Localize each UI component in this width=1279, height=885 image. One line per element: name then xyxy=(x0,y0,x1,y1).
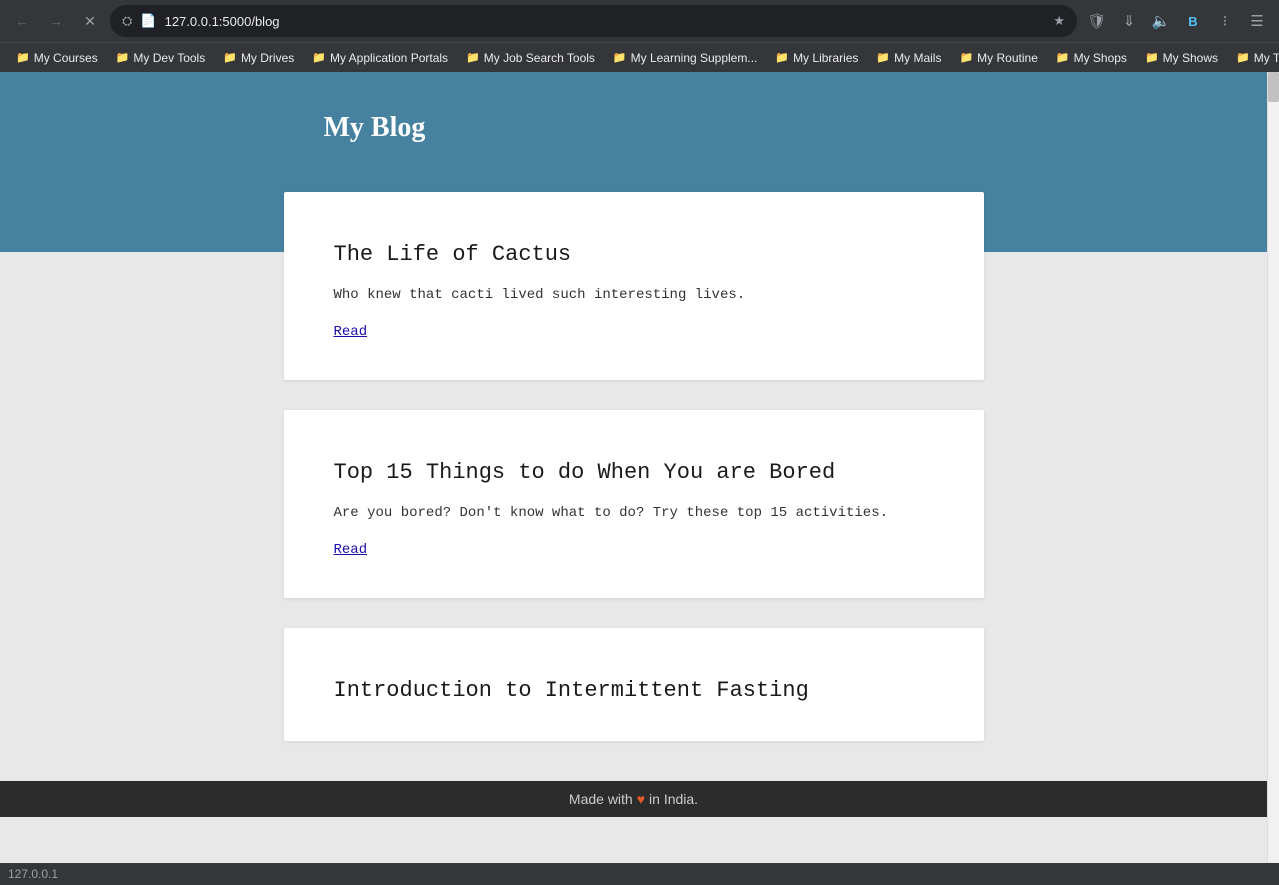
bookmark-learning[interactable]: 📁 My Learning Supplem... xyxy=(605,48,765,68)
download-button[interactable]: ⇓ xyxy=(1115,7,1143,35)
blog-card-3: Introduction to Intermittent Fasting xyxy=(284,628,984,741)
blog-card-title-3: Introduction to Intermittent Fasting xyxy=(334,678,934,703)
menu-button[interactable]: ☰ xyxy=(1243,7,1271,35)
folder-icon: 📁 xyxy=(1056,51,1070,64)
status-text: 127.0.0.1 xyxy=(8,867,58,881)
bookmark-job-search[interactable]: 📁 My Job Search Tools xyxy=(458,48,603,68)
folder-icon: 📁 xyxy=(876,51,890,64)
refresh-button[interactable]: ✕ xyxy=(76,7,104,35)
folder-icon: 📁 xyxy=(223,51,237,64)
profile-button[interactable]: B xyxy=(1179,7,1207,35)
page-title: My Blog xyxy=(324,112,944,144)
blog-card-2: Top 15 Things to do When You are Bored A… xyxy=(284,410,984,598)
scroll-thumb[interactable] xyxy=(1268,72,1279,102)
status-bar: 127.0.0.1 xyxy=(0,863,1279,885)
settings-button[interactable]: ⁝ xyxy=(1211,7,1239,35)
folder-icon: 📁 xyxy=(312,51,326,64)
bookmark-libraries[interactable]: 📁 My Libraries xyxy=(767,48,866,68)
document-icon: 📄 xyxy=(140,13,156,29)
bookmark-mails[interactable]: 📁 My Mails xyxy=(868,48,949,68)
heart-icon: ♥ xyxy=(637,791,645,807)
forward-button[interactable]: → xyxy=(42,7,70,35)
star-icon[interactable]: ★ xyxy=(1053,13,1065,29)
folder-icon: 📁 xyxy=(116,51,130,64)
shield-icon: ⛭ xyxy=(122,13,132,29)
extensions-button[interactable]: 🛡 xyxy=(1083,7,1111,35)
folder-icon: 📁 xyxy=(959,51,973,64)
browser-actions: 🛡 ⇓ 🔈 B ⁝ ☰ xyxy=(1083,7,1271,35)
page-footer: Made with ♥ in India. xyxy=(0,781,1267,817)
back-button[interactable]: ← xyxy=(8,7,36,35)
address-bar[interactable]: ⛭ 📄 127.0.0.1:5000/blog ★ xyxy=(110,5,1077,37)
bookmarks-bar: 📁 My Courses 📁 My Dev Tools 📁 My Drives … xyxy=(0,42,1279,72)
folder-icon: 📁 xyxy=(1236,51,1250,64)
blog-card-title-1: The Life of Cactus xyxy=(334,242,934,267)
folder-icon: 📁 xyxy=(1145,51,1159,64)
footer-in-india: in India. xyxy=(649,791,698,807)
volume-button[interactable]: 🔈 xyxy=(1147,7,1175,35)
scroll-track[interactable] xyxy=(1267,72,1279,863)
page-header-inner: My Blog xyxy=(284,112,984,144)
page-content[interactable]: My Blog The Life of Cactus Who knew that… xyxy=(0,72,1267,863)
folder-icon: 📁 xyxy=(16,51,30,64)
bookmark-drives[interactable]: 📁 My Drives xyxy=(215,48,302,68)
blog-card-read-1[interactable]: Read xyxy=(334,324,368,340)
bookmark-shows[interactable]: 📁 My Shows xyxy=(1137,48,1226,68)
bookmark-routine[interactable]: 📁 My Routine xyxy=(951,48,1045,68)
folder-icon: 📁 xyxy=(775,51,789,64)
blog-card-excerpt-2: Are you bored? Don't know what to do? Tr… xyxy=(334,503,934,524)
bookmark-application-portals[interactable]: 📁 My Application Portals xyxy=(304,48,456,68)
browser-chrome: ← → ✕ ⛭ 📄 127.0.0.1:5000/blog ★ 🛡 ⇓ 🔈 B … xyxy=(0,0,1279,72)
blog-card-read-2[interactable]: Read xyxy=(334,542,368,558)
folder-icon: 📁 xyxy=(613,51,627,64)
bookmark-courses[interactable]: 📁 My Courses xyxy=(8,48,106,68)
bookmark-trackers[interactable]: 📁 My Trackers xyxy=(1228,48,1279,68)
page-wrapper: My Blog The Life of Cactus Who knew that… xyxy=(0,72,1279,863)
footer-made-with: Made with xyxy=(569,791,633,807)
bookmark-shops[interactable]: 📁 My Shops xyxy=(1048,48,1135,68)
blog-card-title-2: Top 15 Things to do When You are Bored xyxy=(334,460,934,485)
url-text: 127.0.0.1:5000/blog xyxy=(165,14,1046,29)
cards-container: The Life of Cactus Who knew that cacti l… xyxy=(284,192,984,781)
blog-card-excerpt-1: Who knew that cacti lived such interesti… xyxy=(334,285,934,306)
folder-icon: 📁 xyxy=(466,51,480,64)
blog-card-1: The Life of Cactus Who knew that cacti l… xyxy=(284,192,984,380)
bookmark-dev-tools[interactable]: 📁 My Dev Tools xyxy=(108,48,214,68)
browser-toolbar: ← → ✕ ⛭ 📄 127.0.0.1:5000/blog ★ 🛡 ⇓ 🔈 B … xyxy=(0,0,1279,42)
